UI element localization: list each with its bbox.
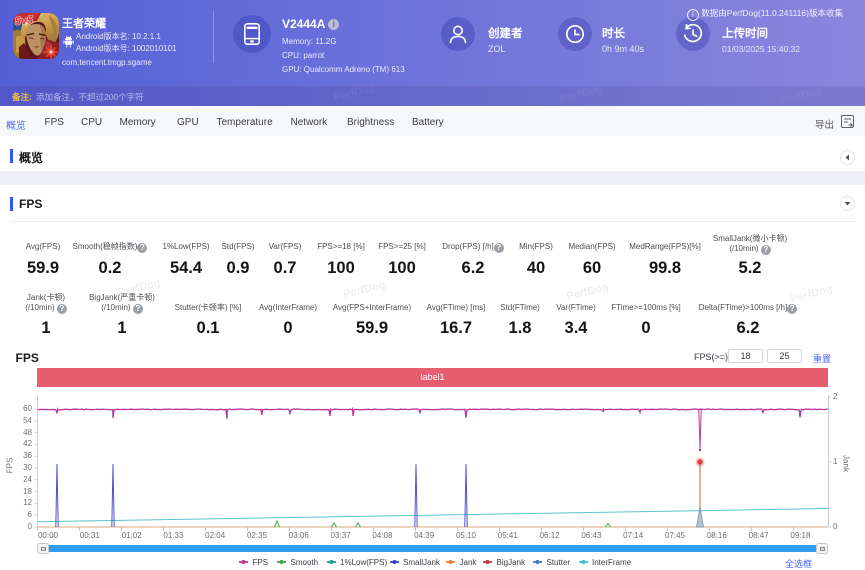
svg-text:5v5: 5v5 [14,14,34,28]
